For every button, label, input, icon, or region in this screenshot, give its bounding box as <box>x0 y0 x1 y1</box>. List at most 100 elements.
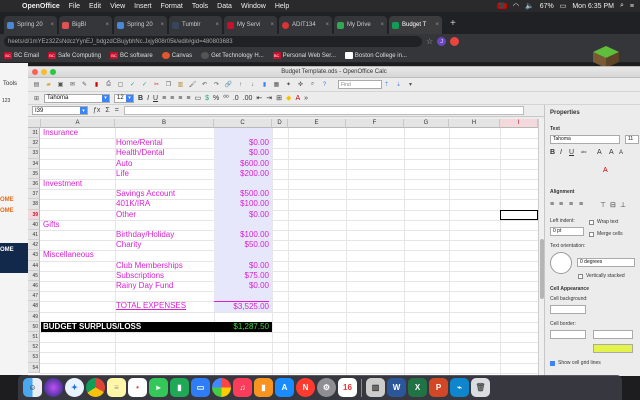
dock-appstore-icon[interactable]: A <box>275 378 294 397</box>
borders-icon[interactable]: ⊞ <box>276 94 282 102</box>
column-header-i[interactable]: I <box>500 119 538 128</box>
degrees-combo[interactable]: 0 degrees <box>577 258 635 267</box>
new-document-icon[interactable]: ▤ <box>32 80 41 89</box>
url-field[interactable]: heets/d/1mYEz32ZsNdczYynEJ_bdgzdCBujybhN… <box>4 36 422 47</box>
edit-file-icon[interactable]: ✎ <box>80 80 89 89</box>
browser-tab[interactable]: Spring 20 × <box>114 16 167 34</box>
dock-settings-icon[interactable]: ⚙ <box>317 378 336 397</box>
row-header[interactable]: 42 <box>28 240 40 251</box>
menu-file[interactable]: File <box>69 3 80 10</box>
align-center-icon[interactable]: ≡ <box>170 95 174 102</box>
percent-icon[interactable]: % <box>213 95 219 102</box>
expense-amount[interactable]: $100.00 <box>214 230 269 240</box>
undo-icon[interactable]: ↶ <box>200 80 209 89</box>
dock-reminders-icon[interactable]: • <box>128 378 147 397</box>
merge-cells-icon[interactable]: ▭ <box>194 94 201 102</box>
paste-icon[interactable]: ▥ <box>176 80 185 89</box>
browser-tab-active[interactable]: Budget T × <box>389 16 442 34</box>
italic-icon[interactable]: I <box>147 95 149 102</box>
cell-background-picker[interactable] <box>550 305 586 314</box>
category-label[interactable]: Gifts <box>43 220 59 230</box>
dock-finder-icon[interactable]: ☺ <box>23 378 42 397</box>
chart-icon[interactable]: ▮ <box>260 80 269 89</box>
close-window-button[interactable] <box>32 69 38 75</box>
clock[interactable]: Mon 6:35 PM <box>572 3 614 10</box>
row-header[interactable]: 36 <box>28 179 40 190</box>
spellcheck-icon[interactable]: ✓ <box>128 80 137 89</box>
expense-amount[interactable]: $200.00 <box>214 169 269 179</box>
bookmark-canvas[interactable]: Canvas <box>161 52 192 59</box>
row-header[interactable]: 38 <box>28 199 40 210</box>
hyperlink-icon[interactable]: 🔗 <box>224 80 233 89</box>
autospell-icon[interactable]: ✓ <box>140 80 149 89</box>
browser-tab[interactable]: Spring 20 × <box>4 16 57 34</box>
expense-item-label[interactable]: Birthday/Holiday <box>116 230 174 240</box>
dock-numbers-icon[interactable]: ▮ <box>170 378 189 397</box>
sidebar-justify-icon[interactable]: ≡ <box>579 201 583 208</box>
battery-percent[interactable]: 67% <box>540 3 554 10</box>
drawing-icon[interactable]: ✦ <box>284 80 293 89</box>
dock-chrome-icon[interactable] <box>86 378 105 397</box>
row-header[interactable]: 41 <box>28 230 40 241</box>
find-next-icon[interactable]: ⇣ <box>394 80 403 89</box>
selected-cell-cursor[interactable] <box>500 209 538 220</box>
chevron-down-icon[interactable]: ▾ <box>126 94 133 102</box>
column-header-f[interactable]: F <box>346 119 404 128</box>
bookmark-get-technology[interactable]: Get Technology H... <box>201 52 264 59</box>
expense-amount[interactable]: $0.00 <box>214 261 269 271</box>
spreadsheet-grid[interactable]: A B C D E F G H I 31 Insurance 32 Home/Rent… <box>28 119 538 376</box>
sidebar-strikethrough-icon[interactable]: A <box>597 149 602 156</box>
category-label[interactable]: Miscellaneous <box>43 250 94 260</box>
thousands-icon[interactable]: ⁰⁰ <box>223 94 229 102</box>
menu-tools[interactable]: Tools <box>192 3 208 10</box>
browser-tab[interactable]: BigBl × <box>59 16 112 34</box>
background-color-icon[interactable]: ◆ <box>286 94 291 102</box>
chevron-down-icon[interactable]: ▾ <box>102 94 109 102</box>
row-header[interactable]: 31 <box>28 128 40 139</box>
new-tab-button[interactable]: + <box>450 18 456 29</box>
sidebar-shadow-icon[interactable]: ᵃᵇᶜ <box>581 150 587 156</box>
row-header[interactable]: 43 <box>28 250 40 261</box>
redo-icon[interactable]: ↷ <box>212 80 221 89</box>
close-icon[interactable]: × <box>433 22 439 28</box>
sidebar-bold-icon[interactable]: B <box>550 149 555 156</box>
bg-tools-menu[interactable]: Tools <box>3 81 17 87</box>
function-wizard-icon[interactable]: ƒx <box>93 107 100 114</box>
total-expenses-label[interactable]: TOTAL EXPENSES <box>116 301 186 311</box>
sidebar-shrink-font-icon[interactable]: A <box>619 150 623 156</box>
sidebar-italic-icon[interactable]: I <box>560 149 562 156</box>
menu-help[interactable]: Help <box>275 3 289 10</box>
toolbar-more-icon[interactable]: » <box>304 95 308 102</box>
sidebar-grow-font-icon[interactable]: A <box>609 149 614 156</box>
increase-indent-icon[interactable]: ⇥ <box>266 94 272 102</box>
zoom-icon[interactable]: ⌕ <box>308 80 317 89</box>
dock-word-icon[interactable]: W <box>387 378 406 397</box>
find-input[interactable]: Find <box>338 80 382 89</box>
expense-item-label[interactable]: Charity <box>116 240 141 250</box>
sidebar-font-size-combo[interactable]: 11 <box>625 135 639 144</box>
row-header[interactable]: 48 <box>28 301 40 312</box>
sum-icon[interactable]: Σ <box>105 107 109 114</box>
sidebar-font-name-combo[interactable]: Tahoma <box>550 135 620 144</box>
show-grid-lines-checkbox[interactable] <box>550 361 555 366</box>
browser-tab[interactable]: ADIT134 × <box>279 16 332 34</box>
wrap-text-checkbox[interactable] <box>589 220 594 225</box>
dock-keynote-icon[interactable]: ▭ <box>191 378 210 397</box>
styles-icon[interactable]: ⊞ <box>32 94 41 103</box>
find-options-icon[interactable]: ▾ <box>406 80 415 89</box>
sort-descending-icon[interactable]: ↓ <box>248 80 257 89</box>
close-icon[interactable]: × <box>48 22 54 28</box>
expense-item-label[interactable]: Home/Rental <box>116 138 163 148</box>
decrease-indent-icon[interactable]: ⇤ <box>256 94 262 102</box>
sidebar-align-middle-icon[interactable]: ⊟ <box>610 201 616 209</box>
expense-amount[interactable]: $100.00 <box>214 199 269 209</box>
expense-item-label[interactable]: Subscriptions <box>116 271 164 281</box>
dock-siri-icon[interactable] <box>44 378 63 397</box>
sidebar-align-left-icon[interactable]: ≡ <box>550 201 554 208</box>
print-preview-icon[interactable]: ▢ <box>116 80 125 89</box>
currency-icon[interactable]: $ <box>205 95 209 102</box>
expense-item-label[interactable]: 401K/IRA <box>116 199 150 209</box>
font-name-combo[interactable]: Tahoma ▾ <box>44 93 110 103</box>
bookmark-safe-computing[interactable]: BC Safe Computing <box>48 52 101 59</box>
border-line-color-picker[interactable] <box>593 344 633 353</box>
